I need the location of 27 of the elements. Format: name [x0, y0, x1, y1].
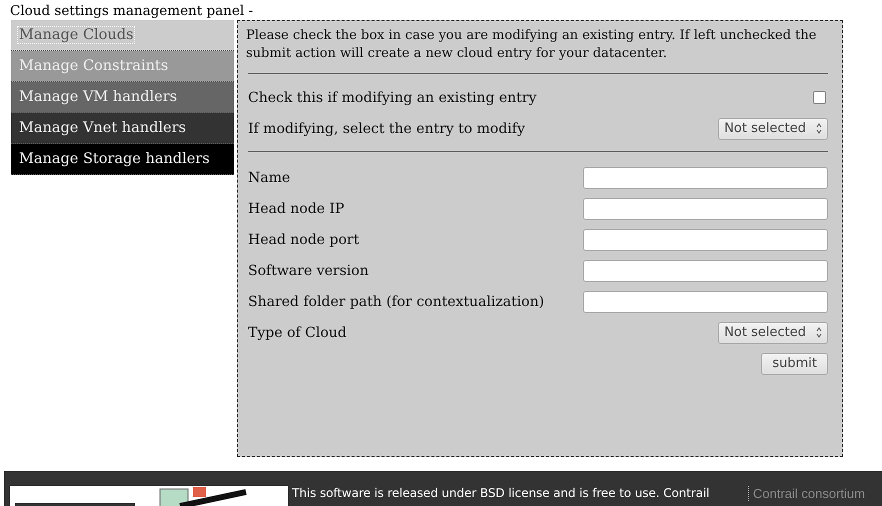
checkbox[interactable] [813, 91, 826, 104]
intro-text: Please check the box in case you are modifying an existing entry. If left unchecked the submit action will create a new cloud entry for your datacenter. [246, 27, 818, 63]
field-label: Type of Cloud [248, 324, 347, 340]
field-label: Head node IP [248, 200, 344, 216]
input-field[interactable] [583, 260, 828, 282]
spinner-icon [816, 123, 822, 134]
field-label: Software version [248, 262, 369, 278]
input-field[interactable] [583, 166, 828, 188]
page-title: Cloud settings management panel - [9, 2, 254, 20]
field-label: If modifying, select the entry to modify [248, 120, 525, 136]
field-label: Shared folder path (for contextualization) [248, 294, 544, 310]
field-label: Check this if modifying an existing entry [248, 90, 537, 106]
field-label: Name [248, 170, 290, 186]
license-text: This software is released under BSD license and is free to use. Contrail [292, 486, 710, 500]
input-field[interactable] [583, 198, 828, 220]
menu-item[interactable]: Manage Storage handlers [11, 144, 234, 175]
menu-item[interactable]: Manage Clouds [11, 20, 234, 51]
input-field[interactable] [583, 290, 828, 312]
consortium-link[interactable]: Contrail consortium [748, 486, 865, 501]
input-field[interactable] [583, 228, 828, 250]
dropdown[interactable]: Not selected [718, 322, 828, 344]
field-label: Head node port [248, 232, 360, 248]
submit-button[interactable]: submit [761, 352, 828, 374]
menu-item[interactable]: Manage Vnet handlers [11, 113, 234, 144]
spinner-icon [816, 327, 822, 338]
dropdown[interactable]: Not selected [718, 118, 828, 140]
menu-item[interactable]: Manage VM handlers [11, 82, 234, 113]
